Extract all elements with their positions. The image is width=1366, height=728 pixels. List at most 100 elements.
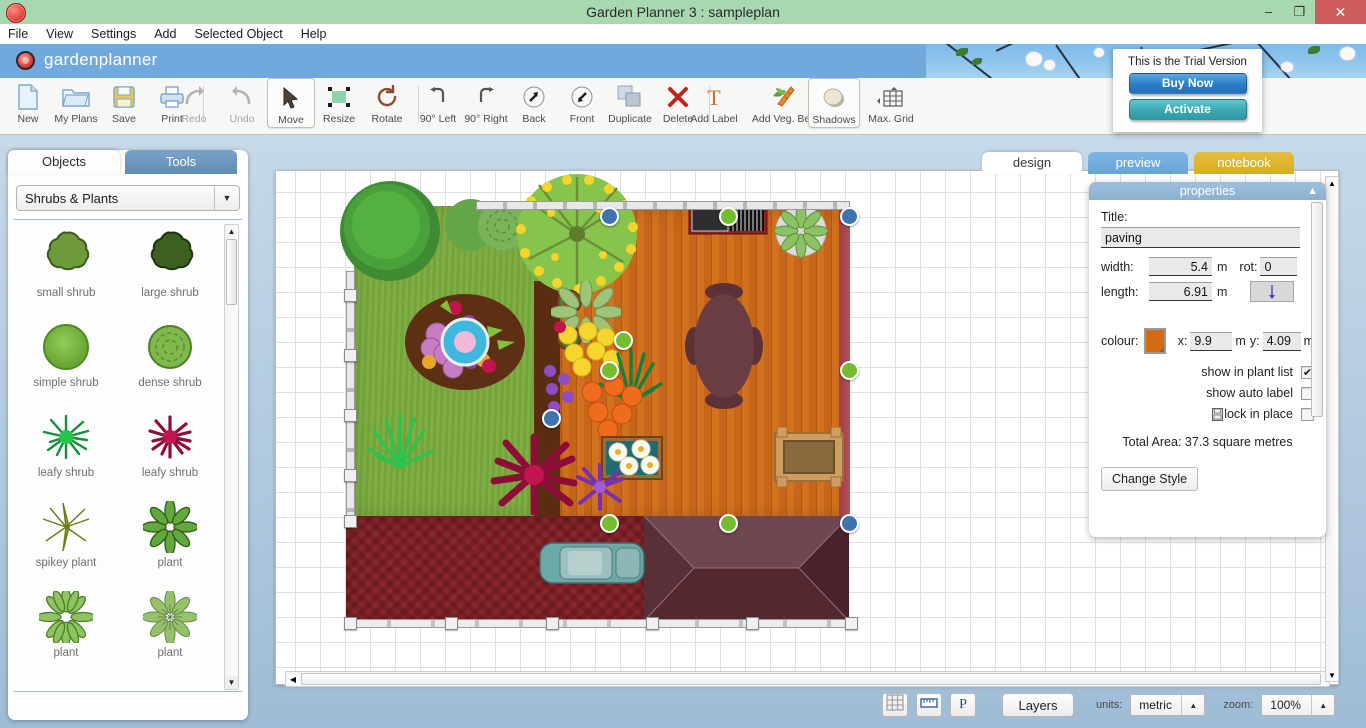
rotate-handle-bottom-right[interactable] (840, 514, 859, 533)
resize-handle-bottom[interactable] (719, 514, 738, 533)
resize-handle-flower[interactable] (614, 331, 633, 350)
scroll-down-icon[interactable]: ▼ (1326, 669, 1338, 681)
properties-scrollbar[interactable] (1311, 202, 1323, 532)
toolbar-rotate-tool[interactable]: Rotate (363, 78, 411, 132)
lawn-grass-tuft[interactable] (364, 411, 436, 471)
ruler-toggle-button[interactable] (916, 693, 942, 717)
scroll-up-icon[interactable]: ▲ (1326, 177, 1338, 189)
wooden-planter-box[interactable] (774, 426, 844, 488)
selection-handle[interactable] (845, 617, 858, 630)
car-object[interactable] (538, 539, 646, 587)
table-and-chairs[interactable] (684, 276, 764, 416)
properties-scrollbar-thumb[interactable] (1311, 202, 1323, 417)
selection-handle[interactable] (344, 349, 357, 362)
menu-item-settings[interactable]: Settings (82, 24, 145, 44)
tab-preview[interactable]: preview (1088, 152, 1188, 174)
house-object[interactable] (644, 516, 849, 621)
selection-handle[interactable] (344, 617, 357, 630)
selection-handle[interactable] (445, 617, 458, 630)
objects-scrollbar[interactable]: ▲ ▼ (224, 224, 239, 690)
tab-objects[interactable]: Objects (8, 150, 120, 174)
scroll-left-icon[interactable]: ◀ (286, 672, 300, 686)
toolbar-bring-front-button[interactable]: Front (558, 78, 606, 132)
menu-item-selected-object[interactable]: Selected Object (185, 24, 291, 44)
menu-item-view[interactable]: View (37, 24, 82, 44)
rotation-dial[interactable] (1250, 281, 1295, 302)
canvas-horizontal-scrollbar[interactable]: ◀ (285, 671, 1330, 687)
rot-input[interactable] (1260, 257, 1298, 276)
close-button[interactable]: ✕ (1315, 0, 1366, 24)
agave-planter[interactable] (773, 203, 829, 259)
object-item-leafy-shrub-red[interactable]: leafy shrub (118, 404, 222, 494)
object-item-simple-shrub[interactable]: simple shrub (14, 314, 118, 404)
toolbar-my-plans-button[interactable]: My Plans (52, 78, 100, 132)
object-item-dense-shrub[interactable]: dense shrub (118, 314, 222, 404)
fence-bottom[interactable] (346, 619, 849, 628)
zoom-select[interactable]: 100% ▲ (1261, 694, 1336, 716)
toolbar-duplicate-button[interactable]: Duplicate (606, 78, 654, 132)
scroll-up-icon[interactable]: ▲ (225, 225, 238, 238)
rotate-handle-flower[interactable] (542, 409, 561, 428)
toolbar-shadows-toggle[interactable]: Shadows (808, 78, 860, 128)
scroll-down-icon[interactable]: ▼ (225, 676, 238, 689)
resize-handle-right[interactable] (840, 361, 859, 380)
selection-handle[interactable] (344, 469, 357, 482)
toolbar-resize-tool[interactable]: Resize (315, 78, 363, 132)
chevron-up-icon[interactable]: ▲ (1181, 695, 1204, 715)
canvas-vertical-scrollbar[interactable]: ▲ ▼ (1325, 176, 1339, 682)
colour-swatch[interactable] (1143, 328, 1166, 354)
rotate-handle-inner[interactable] (600, 207, 619, 226)
selection-handle[interactable] (646, 617, 659, 630)
toolbar-undo-button[interactable]: Undo (218, 78, 266, 132)
x-input[interactable] (1190, 331, 1233, 351)
width-input[interactable] (1149, 257, 1212, 276)
menu-item-file[interactable]: File (0, 24, 37, 44)
object-item-partial-b[interactable] (118, 674, 222, 679)
toolbar-redo-button[interactable]: Redo (170, 78, 218, 132)
tree-flowering-yellow[interactable] (511, 171, 643, 297)
minimize-button[interactable]: – (1253, 0, 1284, 24)
units-select[interactable]: metric ▲ (1130, 694, 1206, 716)
object-item-plant-a[interactable]: plant (118, 494, 222, 584)
rotate-handle-top-right[interactable] (840, 207, 859, 226)
grid-toggle-button[interactable] (882, 693, 908, 717)
maximize-button[interactable]: ❐ (1284, 0, 1315, 24)
object-item-leafy-shrub-green[interactable]: leafy shrub (14, 404, 118, 494)
category-dropdown[interactable]: Shrubs & Plants ▼ (16, 185, 240, 211)
tab-notebook[interactable]: notebook (1194, 152, 1294, 174)
selection-handle[interactable] (746, 617, 759, 630)
toolbar-new-button[interactable]: New (4, 78, 52, 132)
purple-spiky-plant[interactable] (572, 461, 628, 513)
toolbar-rotate-90-right[interactable]: 90° Right (462, 78, 510, 132)
plan-mode-button[interactable]: P (950, 693, 976, 717)
scrollbar-thumb[interactable] (226, 239, 237, 305)
object-item-partial-a[interactable] (14, 674, 118, 679)
object-item-plant-b[interactable]: plant (14, 584, 118, 674)
toolbar-send-back-button[interactable]: Back (510, 78, 558, 132)
flower-bed-circle[interactable] (401, 286, 529, 394)
collapse-icon[interactable]: ▲ (1307, 182, 1318, 200)
resize-handle-mid-left[interactable] (600, 514, 619, 533)
fence-left[interactable] (346, 271, 355, 523)
magenta-leafy-shrub[interactable] (488, 433, 580, 517)
hscrollbar-thumb[interactable] (301, 673, 1321, 685)
toolbar-add-label-button[interactable]: T Add Label (683, 78, 745, 132)
toolbar-rotate-90-left[interactable]: 90° Left (414, 78, 462, 132)
layers-button[interactable]: Layers (1002, 693, 1074, 717)
resize-handle-top[interactable] (719, 207, 738, 226)
selection-handle[interactable] (344, 409, 357, 422)
chevron-up-icon[interactable]: ▲ (1311, 695, 1334, 715)
tab-tools[interactable]: Tools (125, 150, 237, 174)
toolbar-max-grid-button[interactable]: Max. Grid (860, 78, 922, 132)
object-item-spikey-plant[interactable]: spikey plant (14, 494, 118, 584)
change-style-button[interactable]: Change Style (1101, 467, 1199, 491)
tab-design[interactable]: design (982, 152, 1082, 174)
object-item-plant-c[interactable]: plant (118, 584, 222, 674)
menu-item-help[interactable]: Help (292, 24, 336, 44)
orange-flower-cluster[interactable] (576, 375, 648, 441)
toolbar-save-button[interactable]: Save (100, 78, 148, 132)
toolbar-move-tool[interactable]: Move (267, 78, 315, 128)
y-input[interactable] (1262, 331, 1301, 351)
fence-top[interactable] (476, 201, 850, 210)
length-input[interactable] (1149, 282, 1212, 301)
